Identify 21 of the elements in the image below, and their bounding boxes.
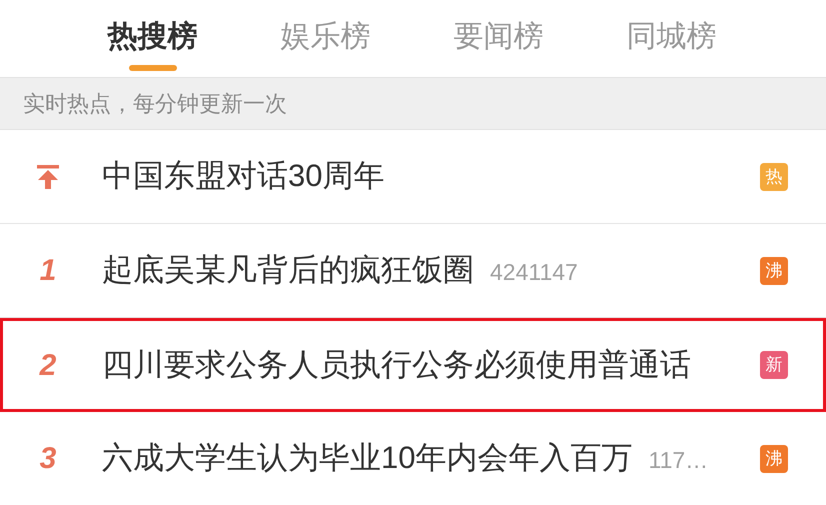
topic-title: 六成大学生认为毕业10年内会年入百万 <box>102 439 632 478</box>
topic-title: 起底吴某凡背后的疯狂饭圈 <box>102 251 474 290</box>
hot-search-row[interactable]: 2 四川要求公务人员执行公务必须使用普通话 新 <box>0 318 826 412</box>
rank-number: 1 <box>40 253 56 289</box>
hot-search-row[interactable]: 1 起底吴某凡背后的疯狂饭圈 4241147 沸 <box>0 224 826 318</box>
tab[interactable]: 热搜榜 <box>66 0 239 77</box>
badge: 沸 <box>760 444 788 472</box>
topic-title: 四川要求公务人员执行公务必须使用普通话 <box>102 346 691 384</box>
pin-top-icon <box>37 164 59 188</box>
topic-title: 中国东盟对话30周年 <box>102 157 384 196</box>
badge: 沸 <box>760 256 788 284</box>
heat-count: 117… <box>648 446 708 476</box>
rank-number: 2 <box>40 348 56 384</box>
hot-search-row[interactable]: 3 六成大学生认为毕业10年内会年入百万 117… 沸 <box>0 412 826 505</box>
rank-number: 3 <box>40 441 56 477</box>
hot-search-row[interactable]: 中国东盟对话30周年 热 <box>0 130 826 224</box>
badge: 新 <box>760 351 788 379</box>
badge: 热 <box>760 162 788 190</box>
notice-text: 实时热点，每分钟更新一次 <box>23 90 287 118</box>
heat-count: 4241147 <box>490 258 578 288</box>
tab-underline <box>128 65 176 71</box>
